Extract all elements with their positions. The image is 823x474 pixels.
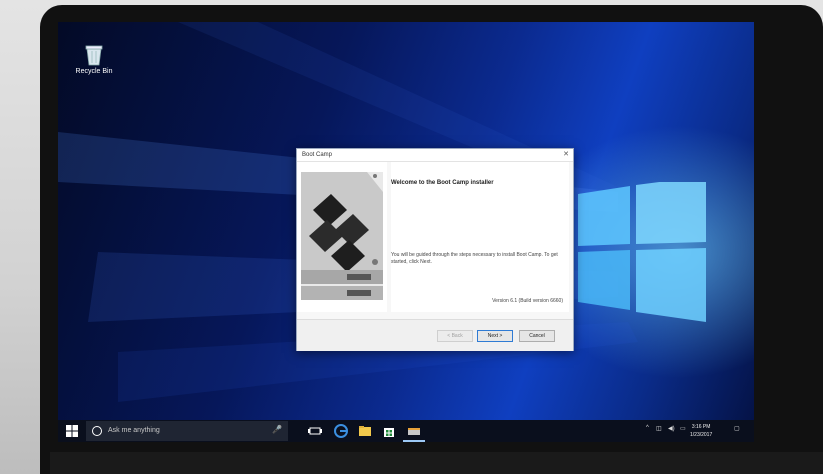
cortana-search-box[interactable]: Ask me anything 🎤 xyxy=(86,421,288,441)
store-icon[interactable] xyxy=(382,424,396,438)
window-title: Boot Camp xyxy=(302,152,333,158)
next-button[interactable]: Next > xyxy=(477,330,513,342)
edge-icon[interactable] xyxy=(334,424,348,438)
volume-icon[interactable]: ◀) xyxy=(668,425,675,432)
network-icon[interactable]: ◫ xyxy=(656,425,662,432)
recycle-bin-label: Recycle Bin xyxy=(75,68,113,75)
taskbar: Ask me anything 🎤 ^ ◫ ◀) ▭ 3:16 PM 1/23/… xyxy=(58,420,754,442)
start-icon[interactable] xyxy=(66,425,78,437)
boot-camp-disk-icon xyxy=(301,172,383,300)
installer-description: You will be guided through the steps nec… xyxy=(391,252,558,265)
clock-date: 1/23/2017 xyxy=(690,432,713,438)
search-placeholder: Ask me anything xyxy=(108,427,160,434)
installer-content: Welcome to the Boot Camp installer You w… xyxy=(391,162,569,312)
action-center-icon[interactable]: ▢ xyxy=(734,425,740,432)
boot-camp-installer-window: Boot Camp ✕ Welcome to the Boot Camp ins… xyxy=(296,148,574,351)
recycle-bin-icon xyxy=(85,45,103,66)
boot-camp-icon[interactable] xyxy=(407,424,421,438)
active-app-indicator xyxy=(403,440,425,442)
cancel-button[interactable]: Cancel xyxy=(519,330,555,342)
battery-icon[interactable]: ▭ xyxy=(680,425,686,432)
window-titlebar[interactable]: Boot Camp ✕ xyxy=(297,149,573,162)
file-explorer-icon[interactable] xyxy=(358,424,372,438)
laptop-hinge xyxy=(50,452,823,474)
clock-time: 3:16 PM xyxy=(691,424,711,430)
recycle-bin-shortcut[interactable]: Recycle Bin xyxy=(70,44,118,75)
close-icon[interactable]: ✕ xyxy=(563,149,569,161)
boot-camp-artwork xyxy=(297,162,387,312)
installer-version: Version 6.1 (Build version 6660) xyxy=(492,298,563,304)
installer-button-bar: < Back Next > Cancel xyxy=(297,319,573,351)
windows-logo-wallpaper xyxy=(578,176,708,327)
cortana-icon xyxy=(92,426,102,436)
back-button[interactable]: < Back xyxy=(437,330,473,342)
task-view-icon[interactable] xyxy=(308,424,322,438)
desktop-screen: Recycle Bin Boot Camp ✕ Welcome to the B… xyxy=(58,22,754,442)
installer-heading: Welcome to the Boot Camp installer xyxy=(391,180,494,186)
microphone-icon[interactable]: 🎤 xyxy=(272,425,282,434)
taskbar-clock[interactable]: 3:16 PM 1/23/2017 xyxy=(690,423,712,439)
show-hidden-icons-icon[interactable]: ^ xyxy=(646,425,649,431)
